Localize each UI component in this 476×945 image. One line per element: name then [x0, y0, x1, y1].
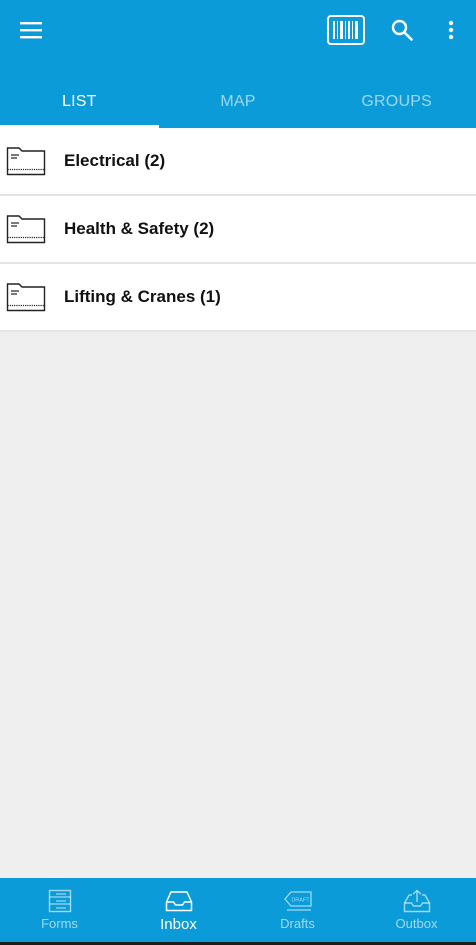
- nav-outbox-label: Outbox: [395, 916, 438, 931]
- list-item-label: Lifting & Cranes (1): [64, 287, 221, 306]
- hamburger-menu-icon: [20, 22, 42, 39]
- svg-text:DRAFT: DRAFT: [291, 898, 310, 904]
- tab-groups[interactable]: GROUPS: [317, 76, 476, 128]
- forms-icon: [48, 889, 71, 913]
- inbox-icon: [165, 891, 192, 912]
- barcode-scan-button[interactable]: [327, 14, 365, 46]
- list-item-electrical[interactable]: Electrical (2): [0, 128, 476, 196]
- search-icon: [391, 19, 413, 41]
- folder-icon: [6, 215, 46, 244]
- nav-forms[interactable]: Forms: [0, 878, 119, 942]
- nav-drafts[interactable]: DRAFT Drafts: [238, 878, 357, 942]
- bottom-navigation: Forms Inbox DRAFT Drafts Outbox: [0, 878, 476, 942]
- nav-drafts-label: Drafts: [280, 916, 315, 931]
- list-item-lifting-cranes[interactable]: Lifting & Cranes (1): [0, 264, 476, 332]
- nav-inbox[interactable]: Inbox: [119, 878, 238, 942]
- tab-bar: LIST MAP GROUPS: [0, 76, 476, 128]
- nav-inbox-label: Inbox: [160, 916, 197, 933]
- search-button[interactable]: [384, 12, 420, 48]
- list-item-label: Health & Safety (2): [64, 219, 215, 238]
- app-bar: LIST MAP GROUPS: [0, 0, 476, 128]
- list-item-label: Electrical (2): [64, 151, 166, 170]
- list-item-health-safety[interactable]: Health & Safety (2): [0, 196, 476, 264]
- tab-list[interactable]: LIST: [0, 76, 159, 128]
- barcode-scanner-icon: [327, 15, 365, 45]
- tab-map[interactable]: MAP: [159, 76, 318, 128]
- more-vertical-icon: [448, 20, 454, 40]
- folder-icon: [6, 283, 46, 312]
- more-options-button[interactable]: [436, 12, 466, 48]
- outbox-icon: [403, 889, 430, 913]
- drafts-icon: DRAFT: [283, 891, 312, 911]
- group-list: Electrical (2) Health & Safety (2) Lifti…: [0, 128, 476, 332]
- menu-button[interactable]: [12, 12, 52, 48]
- nav-outbox[interactable]: Outbox: [357, 878, 476, 942]
- nav-forms-label: Forms: [41, 916, 78, 931]
- folder-icon: [6, 147, 46, 176]
